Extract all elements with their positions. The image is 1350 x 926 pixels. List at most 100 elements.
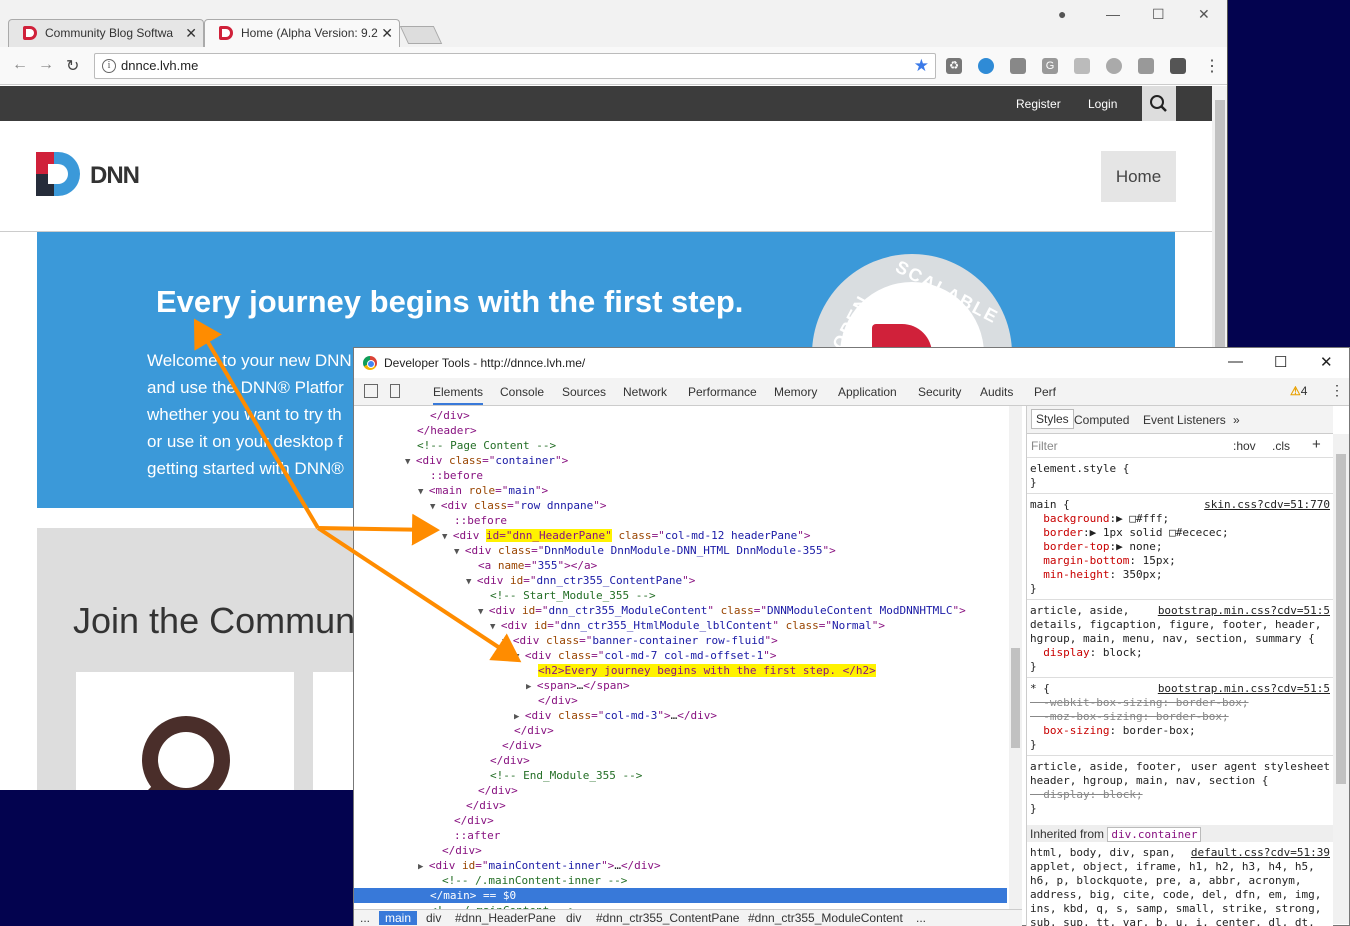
warning-counter[interactable]: ⚠4 [1290, 384, 1307, 398]
dom-node-line[interactable]: ▼ <div id="dnn_HeaderPane" class="col-md… [442, 528, 811, 543]
css-property[interactable]: border:▶ 1px solid □#ececec; [1030, 526, 1330, 540]
crumb-module-content[interactable]: #dnn_ctr355_ModuleContent [748, 911, 903, 925]
feed-icon[interactable] [1010, 58, 1026, 74]
dom-tree-scrollbar[interactable] [1009, 406, 1022, 909]
dom-node-line[interactable]: ::after [454, 828, 500, 843]
ghost-icon[interactable] [1106, 58, 1122, 74]
css-property-name[interactable]: min-height [1030, 568, 1109, 581]
css-property[interactable]: border-top:▶ none; [1030, 540, 1330, 554]
crumb-div[interactable]: div [426, 911, 441, 925]
tab-application[interactable]: Application [838, 385, 897, 399]
address-bar[interactable]: i dnnce.lvh.me ★ [94, 53, 936, 79]
more-tabs-icon[interactable]: » [1233, 413, 1240, 427]
user-profile-icon[interactable]: ● [1058, 6, 1066, 22]
collapse-triangle-icon[interactable]: ▼ [490, 622, 501, 632]
css-property[interactable]: box-sizing: border-box; [1030, 724, 1330, 738]
dom-node-line[interactable]: ▼ <div class="DnnModule DnnModule-DNN_HT… [454, 543, 836, 558]
dom-node-line[interactable]: ▼ <div class="banner-container row-fluid… [502, 633, 778, 648]
tab-community-blog[interactable]: Community Blog Softwa ✕ [8, 19, 204, 47]
register-link[interactable]: Register [1016, 97, 1061, 111]
inherited-element-link[interactable]: div.container [1107, 827, 1202, 842]
css-property[interactable]: min-height: 350px; [1030, 568, 1330, 582]
overridden-property[interactable]: -webkit-box-sizing: border-box; [1030, 696, 1330, 710]
dom-node-line[interactable]: ▼ <div id="dnn_ctr355_HtmlModule_lblCont… [490, 618, 885, 633]
expand-triangle-icon[interactable]: ▶ [526, 682, 537, 692]
recycle-icon[interactable]: ♻ [946, 58, 962, 74]
menu-kebab-icon[interactable]: ⋮ [1204, 56, 1220, 76]
dom-node-line[interactable]: </div> [454, 813, 494, 828]
dom-node-line[interactable]: <!-- /.mainContent-inner --> [442, 873, 627, 888]
css-property[interactable]: margin-bottom: 15px; [1030, 554, 1330, 568]
dom-node-line[interactable]: <a name="355"></a> [478, 558, 597, 573]
g-icon[interactable]: G [1042, 58, 1058, 74]
css-property-value[interactable]: :▶ □#fff; [1109, 512, 1169, 525]
css-property-value[interactable]: : 350px; [1109, 568, 1162, 581]
css-property-value[interactable]: : border-box; [1109, 724, 1195, 737]
tab-performance[interactable]: Performance [688, 385, 757, 399]
login-link[interactable]: Login [1088, 97, 1117, 111]
css-property[interactable]: background:▶ □#fff; [1030, 512, 1330, 526]
tab-home[interactable]: Home (Alpha Version: 9.2 ✕ [204, 19, 400, 47]
expand-triangle-icon[interactable]: ▶ [514, 712, 525, 722]
pdf-icon[interactable] [1138, 58, 1154, 74]
collapse-triangle-icon[interactable]: ▼ [405, 457, 416, 467]
css-property-name[interactable]: border [1030, 526, 1083, 539]
back-arrow-icon[interactable]: ← [12, 56, 28, 74]
crumb-ellipsis[interactable]: ... [360, 911, 370, 925]
stylesheet-link[interactable]: default.css?cdv=51:39 [1191, 846, 1330, 860]
tab-audits[interactable]: Audits [980, 385, 1013, 399]
dom-node-line[interactable]: <!-- Page Content --> [417, 438, 556, 453]
dom-node-line[interactable]: </div> [538, 693, 578, 708]
site-info-icon[interactable]: i [102, 59, 116, 73]
dom-node-line[interactable]: <h2>Every journey begins with the first … [538, 663, 876, 678]
collapse-triangle-icon[interactable]: ▼ [514, 652, 525, 662]
dom-node-line[interactable]: <!-- End_Module_355 --> [490, 768, 642, 783]
tab-sources[interactable]: Sources [562, 385, 606, 399]
devtools-menu-icon[interactable]: ⋮ [1330, 382, 1344, 399]
scroll-thumb[interactable] [1011, 648, 1020, 748]
tab-elements[interactable]: Elements [433, 385, 484, 405]
collapse-triangle-icon[interactable]: ▼ [454, 547, 465, 557]
collapse-triangle-icon[interactable]: ▼ [418, 487, 429, 497]
bookmark-star-icon[interactable]: ★ [914, 56, 929, 76]
css-property-value[interactable]: :▶ 1px solid □#ececec; [1083, 526, 1229, 539]
css-property-name[interactable]: display [1030, 646, 1089, 659]
globe-icon[interactable] [978, 58, 994, 74]
new-tab-button[interactable] [399, 26, 443, 44]
dom-node-line[interactable]: ▼ <div class="col-md-7 col-md-offset-1"> [514, 648, 777, 663]
tab-console[interactable]: Console [500, 385, 544, 399]
dom-node-line[interactable]: ▼ <div id="dnn_ctr355_ContentPane"> [466, 573, 695, 588]
dnn-logo-icon[interactable] [36, 152, 80, 196]
minimize-icon[interactable]: — [1228, 353, 1243, 370]
logo-text[interactable]: DNN [90, 162, 140, 190]
overridden-property[interactable]: -moz-box-sizing: border-box; [1030, 710, 1330, 724]
dom-node-line[interactable]: </div> [478, 783, 518, 798]
css-property-name[interactable]: background [1030, 512, 1109, 525]
css-property-name[interactable]: border-top [1030, 540, 1109, 553]
site-search-button[interactable] [1142, 86, 1176, 121]
dom-node-line[interactable]: </main> == $0 [354, 888, 1007, 903]
css-property-name[interactable]: box-sizing [1030, 724, 1109, 737]
dom-node-line[interactable]: </header> [417, 423, 477, 438]
tab-memory[interactable]: Memory [774, 385, 817, 399]
tab-computed[interactable]: Computed [1074, 413, 1129, 427]
crumb-main[interactable]: main [379, 911, 418, 925]
dom-node-line[interactable]: ▶ <span>…</span> [526, 678, 630, 693]
maximize-icon[interactable]: ☐ [1152, 6, 1165, 23]
note-icon[interactable] [1170, 58, 1186, 74]
crumb-content-pane[interactable]: #dnn_ctr355_ContentPane [596, 911, 739, 925]
collapse-triangle-icon[interactable]: ▼ [466, 577, 477, 587]
device-toolbar-icon[interactable] [390, 384, 400, 398]
stylesheet-link[interactable]: skin.css?cdv=51:770 [1204, 498, 1330, 512]
css-property-value[interactable]: : 15px; [1129, 554, 1175, 567]
css-property[interactable]: display: block; [1030, 646, 1330, 660]
stylesheet-link[interactable]: bootstrap.min.css?cdv=51:5 [1158, 682, 1330, 696]
dom-node-line[interactable]: ▼ <div id="dnn_ctr355_ModuleContent" cla… [478, 603, 966, 618]
stylesheet-link[interactable]: bootstrap.min.css?cdv=51:5 [1158, 604, 1330, 618]
dom-node-line[interactable]: </div> [514, 723, 554, 738]
close-tab-icon[interactable]: ✕ [185, 25, 197, 42]
dom-node-line[interactable]: ▼ <main role="main"> [418, 483, 548, 498]
close-window-icon[interactable]: ✕ [1320, 353, 1333, 371]
tab-event-listeners[interactable]: Event Listeners [1143, 413, 1226, 427]
dom-node-line[interactable]: <!-- Start_Module_355 --> [490, 588, 656, 603]
